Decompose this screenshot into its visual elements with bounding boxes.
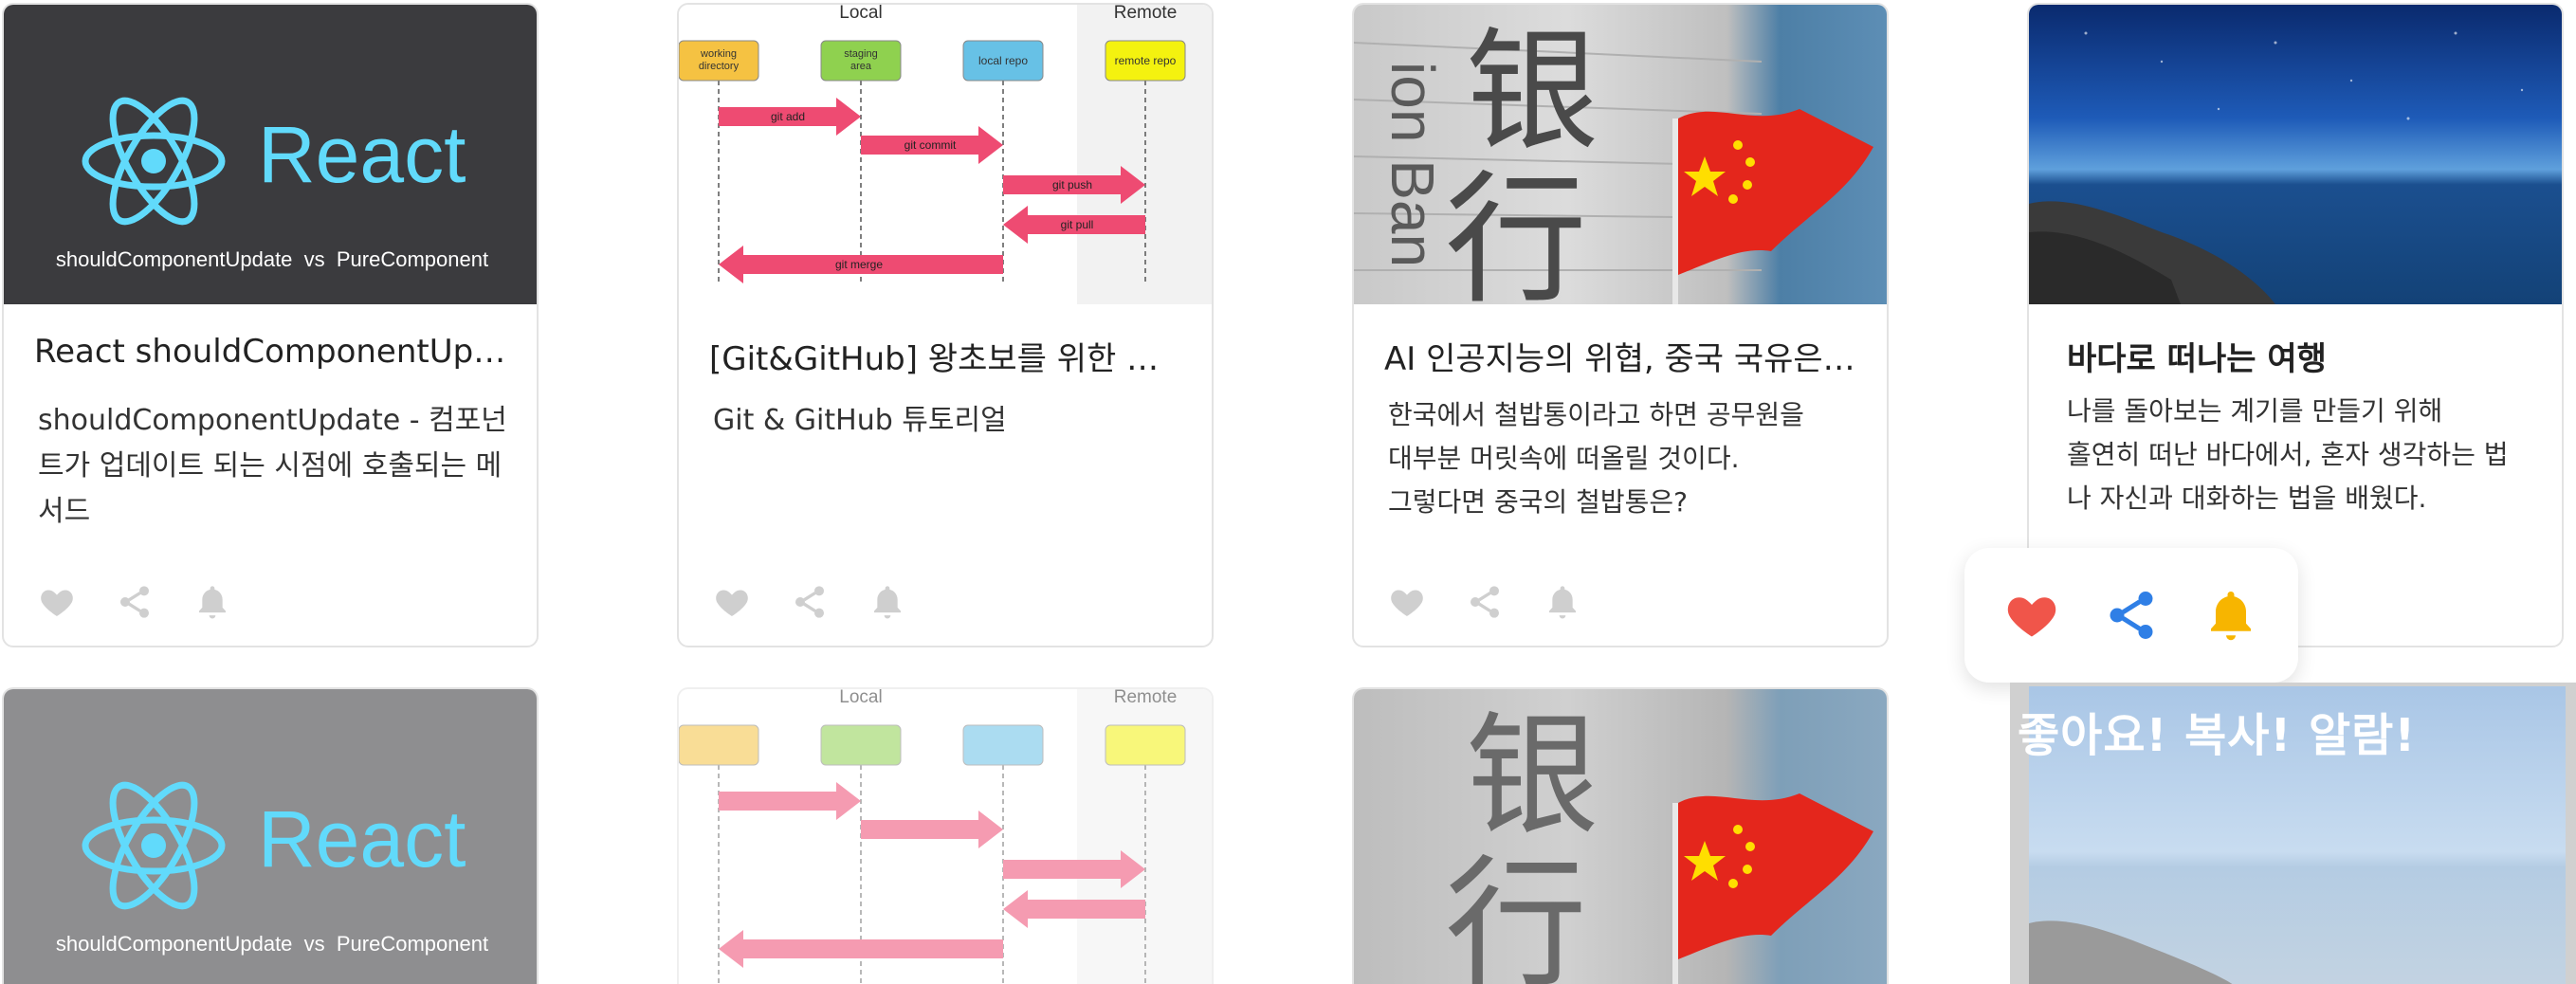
- bell-icon: [199, 586, 226, 619]
- bank-thumbnail: 银 行 ion Ban: [1354, 5, 1887, 304]
- alarm-button[interactable]: [1542, 581, 1583, 623]
- sign-char-2: 行: [1445, 843, 1587, 984]
- svg-text:working: working: [700, 48, 737, 60]
- like-button-active[interactable]: [1998, 581, 2066, 649]
- article-card-bank[interactable]: 银 行 ion Ban AI 인공지능의 위협, 중국 국유은… 한국에서 철밥…: [1352, 3, 1889, 647]
- heart-icon: [716, 590, 748, 616]
- sign-char-2: 行: [1445, 158, 1587, 304]
- card-title[interactable]: React shouldComponentUpda…: [34, 333, 508, 371]
- desc-line: 나 자신과 대화하는 법을 배웠다.: [2067, 483, 2427, 514]
- alarm-button-active[interactable]: [2197, 581, 2265, 649]
- sign-char-1: 银: [1466, 700, 1599, 854]
- share-button[interactable]: [789, 581, 831, 623]
- alarm-button[interactable]: [867, 581, 908, 623]
- card-description: Git & GitHub 튜토리얼: [713, 404, 1007, 437]
- like-button[interactable]: [36, 581, 78, 623]
- svg-text:staging: staging: [844, 48, 877, 60]
- share-icon: [795, 586, 824, 618]
- article-card-bank-dimmed[interactable]: 银 行: [1352, 687, 1889, 984]
- share-button-active[interactable]: [2097, 581, 2165, 649]
- react-logo-icon: [82, 781, 226, 910]
- bank-building-illustration: 银 行: [1445, 700, 1873, 984]
- heart-icon: [41, 590, 73, 616]
- react-logo-icon: [82, 97, 226, 226]
- svg-text:area: area: [850, 61, 872, 72]
- card-description: 한국에서 철밥통이라고 하면 공무원을 대부분 머릿속에 떠올릴 것이다. 그렇…: [1388, 393, 1862, 524]
- react-logo-text: React: [258, 794, 466, 884]
- local-label: Local: [839, 5, 882, 23]
- heart-icon: [1391, 590, 1423, 616]
- svg-text:remote repo: remote repo: [1115, 54, 1177, 67]
- react-logo-text: React: [258, 110, 466, 199]
- action-popup: [1964, 548, 2298, 683]
- git-diagram: Local Remote working directory staging a…: [679, 5, 1212, 304]
- share-button[interactable]: [114, 581, 155, 623]
- desc-line: 한국에서 철밥통이라고 하면 공무원을: [1388, 399, 1804, 430]
- git-thumbnail-dimmed: Local Remote: [679, 689, 1212, 984]
- card-title[interactable]: [Git&GitHub] 왕초보를 위한 깃…: [709, 333, 1183, 379]
- svg-text:git push: git push: [1052, 178, 1092, 191]
- sea-cliff-illustration: [2029, 31, 2524, 304]
- desc-line: 홀연히 떠난 바다에서, 혼자 생각하는 법: [2067, 439, 2509, 470]
- remote-label: Remote: [1114, 5, 1178, 23]
- sign-latin: ion Ban: [1379, 62, 1447, 267]
- local-label: Local: [839, 689, 882, 707]
- svg-text:git commit: git commit: [904, 138, 957, 152]
- alarm-button[interactable]: [192, 581, 233, 623]
- bank-thumbnail-dimmed: 银 行: [1354, 689, 1887, 984]
- bell-icon: [874, 586, 901, 619]
- desc-line: 그렇다면 중국의 철밥통은?: [1388, 486, 1689, 518]
- remote-label: Remote: [1114, 689, 1178, 707]
- svg-text:git merge: git merge: [835, 258, 883, 271]
- card-actions: [1386, 577, 1583, 627]
- bank-building-illustration: 银 行 ion Ban: [1354, 15, 1873, 304]
- git-thumbnail: Local Remote working directory staging a…: [679, 5, 1212, 304]
- banner-title: 좋아요! 복사! 알람!: [2018, 709, 2417, 762]
- desc-line: 나를 돌아보는 계기를 만들기 위해: [2067, 395, 2443, 427]
- svg-text:directory: directory: [699, 61, 740, 72]
- card-actions: [36, 577, 233, 627]
- bell-icon: [1549, 586, 1576, 619]
- heart-icon: [2007, 597, 2055, 637]
- git-diagram: Local Remote: [679, 689, 1212, 984]
- like-button[interactable]: [711, 581, 753, 623]
- react-thumbnail-dimmed: React shouldComponentUpdate vs PureCompo…: [4, 689, 537, 984]
- share-icon: [1471, 586, 1499, 618]
- share-button[interactable]: [1464, 581, 1506, 623]
- article-card-git-dimmed[interactable]: Local Remote: [677, 687, 1214, 984]
- card-description: shouldComponentUpdate - 컴포넌트가 업데이트 되는 시점…: [38, 404, 507, 528]
- react-caption: shouldComponentUpdate vs PureComponent: [55, 247, 489, 271]
- share-icon: [2110, 592, 2153, 639]
- react-thumbnail: React shouldComponentUpdate vs PureCompo…: [4, 5, 537, 304]
- card-title[interactable]: 바다로 떠나는 여행: [2067, 333, 2541, 379]
- react-caption: shouldComponentUpdate vs PureComponent: [55, 932, 489, 956]
- like-button[interactable]: [1386, 581, 1428, 623]
- sign-char-1: 银: [1466, 15, 1599, 170]
- card-actions: [711, 577, 908, 627]
- card-title[interactable]: AI 인공지능의 위협, 중국 국유은…: [1384, 333, 1858, 379]
- svg-text:local repo: local repo: [978, 54, 1028, 67]
- bell-icon: [2211, 592, 2252, 641]
- svg-text:git add: git add: [771, 110, 805, 123]
- article-card-git[interactable]: Local Remote working directory staging a…: [677, 3, 1214, 647]
- desc-line: 대부분 머릿속에 떠올릴 것이다.: [1388, 443, 1740, 474]
- svg-text:git pull: git pull: [1061, 218, 1094, 231]
- article-card-react[interactable]: React shouldComponentUpdate vs PureCompo…: [2, 3, 539, 647]
- sea-thumbnail: [2029, 5, 2562, 304]
- article-card-react-dimmed[interactable]: React shouldComponentUpdate vs PureCompo…: [2, 687, 539, 984]
- share-icon: [120, 586, 149, 618]
- card-description: 나를 돌아보는 계기를 만들기 위해 홀연히 떠난 바다에서, 혼자 생각하는 …: [2067, 390, 2541, 520]
